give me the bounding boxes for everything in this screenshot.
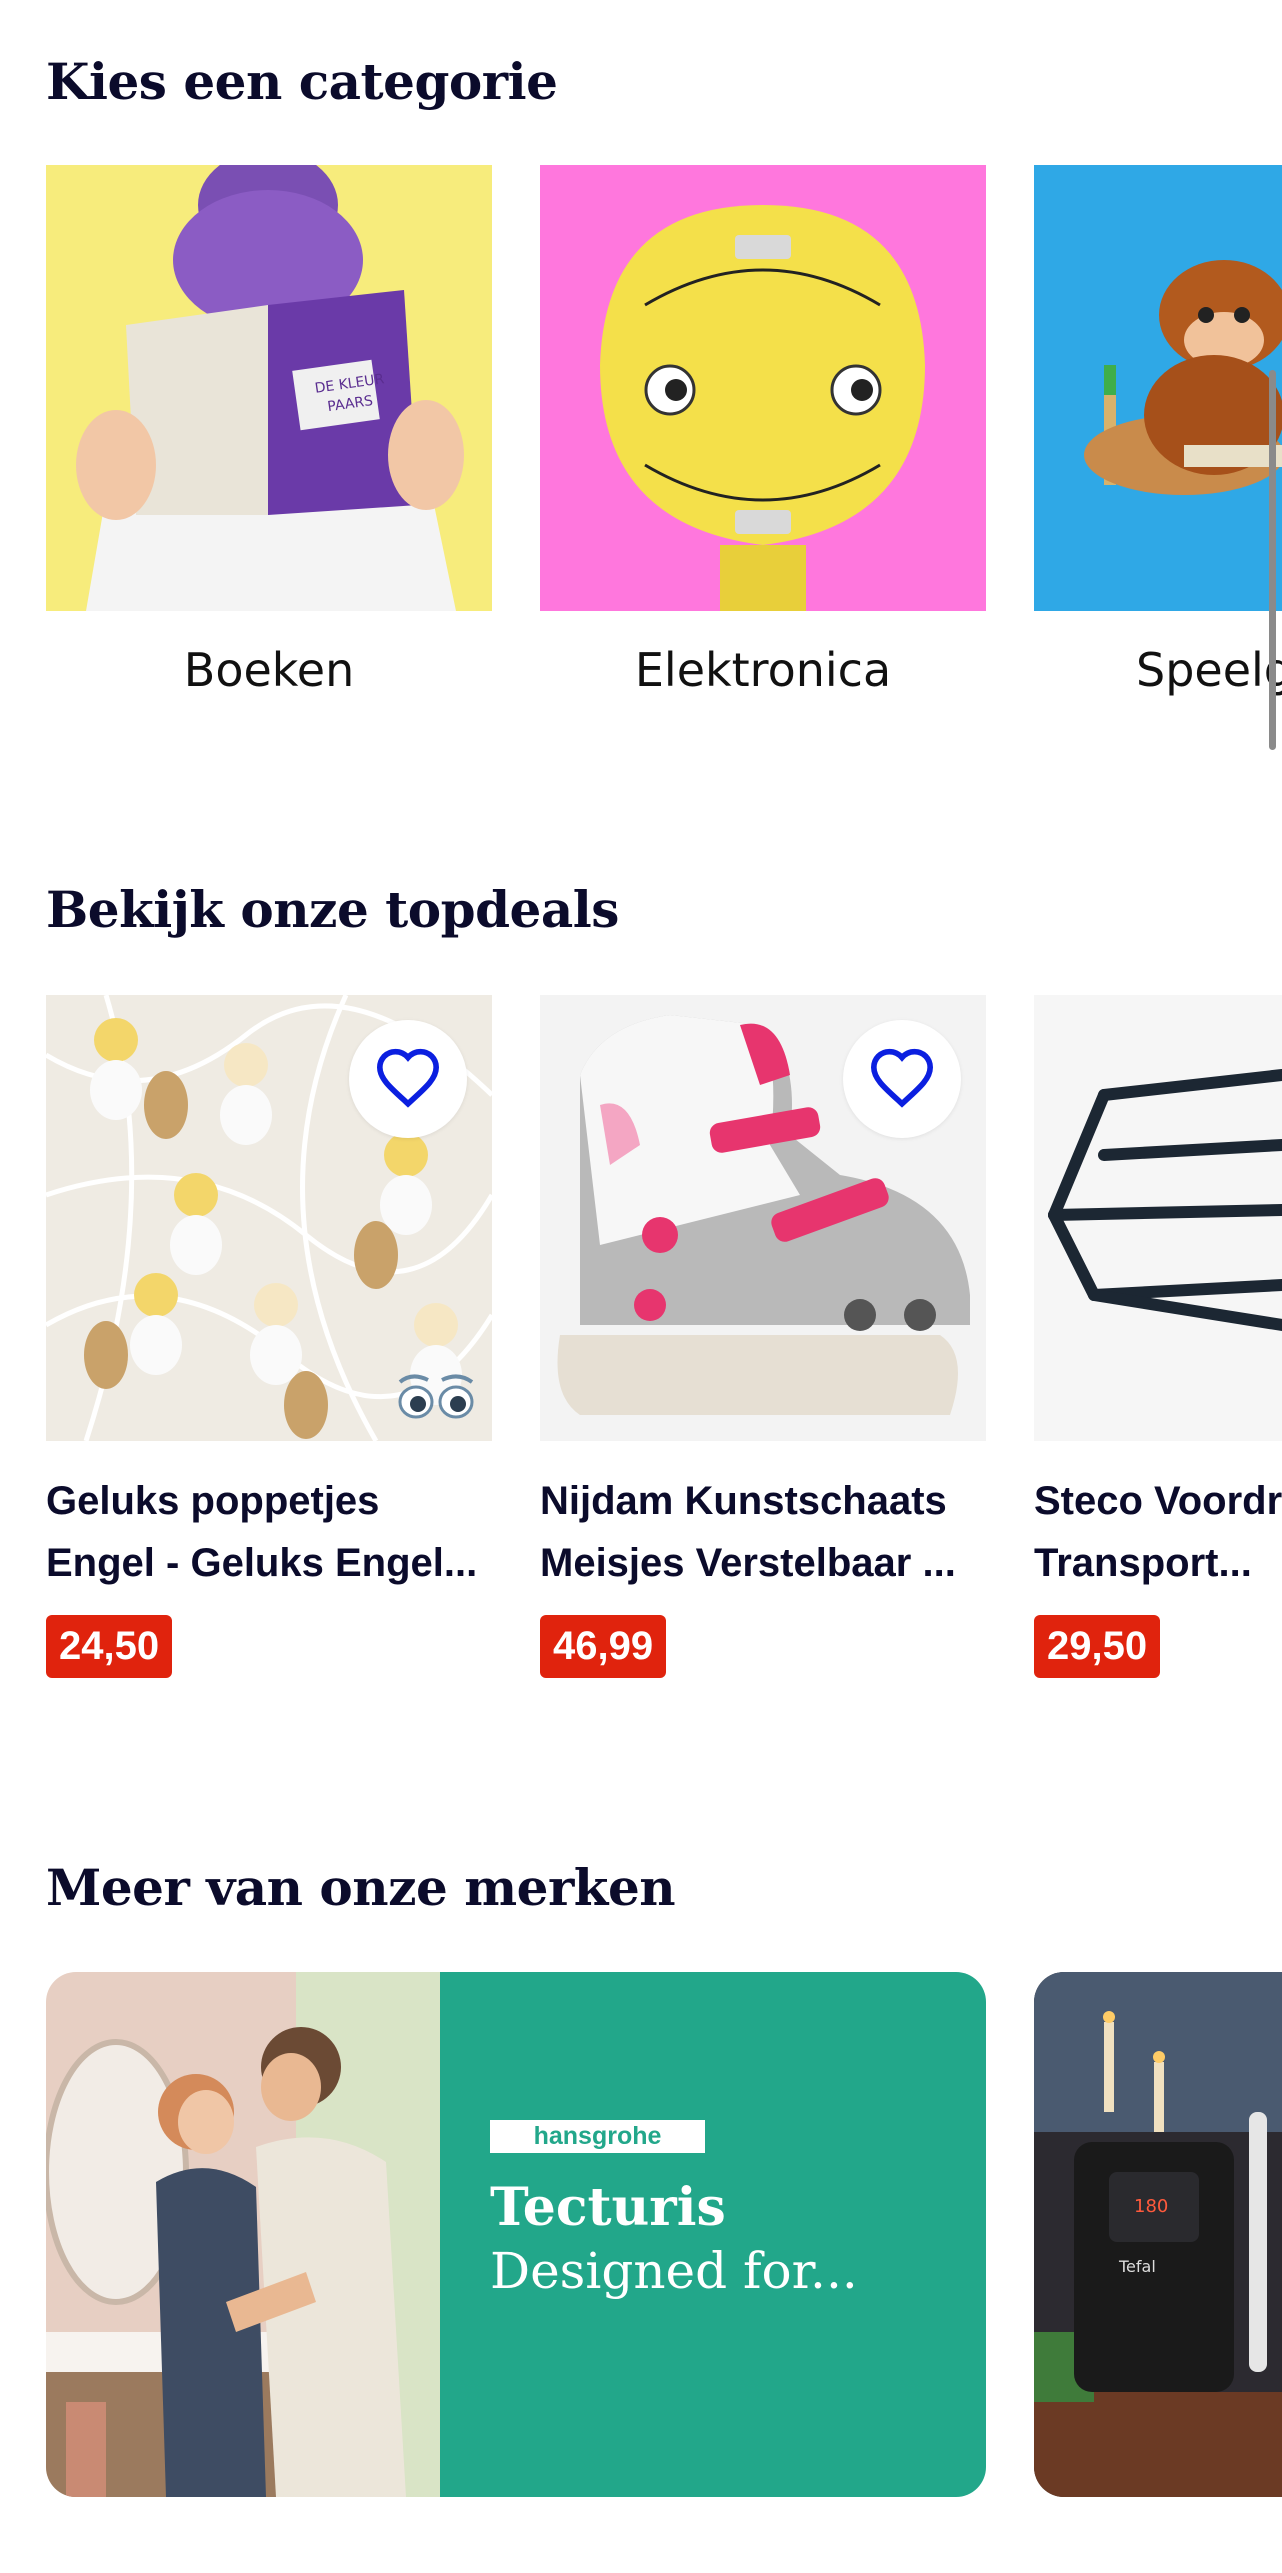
- brand-photo-hansgrohe: [46, 1972, 440, 2497]
- brand-card-hansgrohe[interactable]: hansgrohe Tecturis Designed for...: [46, 1972, 986, 2497]
- deal-title-1-line1: Geluks poppetjes: [46, 1479, 380, 1523]
- eyes-icon: [392, 1368, 480, 1420]
- favorite-button-2[interactable]: [843, 1020, 961, 1138]
- deal-title-2-line2: Meisjes Verstelbaar ...: [540, 1541, 956, 1585]
- category-label-boeken[interactable]: Boeken: [46, 643, 492, 697]
- brands-title: Meer van onze merken: [46, 1858, 676, 1917]
- category-image-elektronica[interactable]: [540, 165, 986, 611]
- deals-title: Bekijk onze topdeals: [46, 880, 619, 939]
- price-badge-3: 29,50: [1034, 1615, 1161, 1678]
- heart-outline-icon: [373, 1046, 443, 1113]
- category-image-boeken[interactable]: DE KLEUR PAARS: [46, 165, 492, 611]
- tefal-logo: Tefal: [1118, 2257, 1156, 2276]
- brand-product-name: Tecturis: [490, 2177, 726, 2238]
- brand-card-tefal[interactable]: 180 Tefal: [1034, 1972, 1282, 2497]
- heart-outline-icon: [867, 1046, 937, 1113]
- deal-title-3-line2: Transport...: [1034, 1541, 1252, 1585]
- categories-title: Kies een categorie: [46, 52, 558, 111]
- category-image-speelgoed[interactable]: [1034, 165, 1282, 611]
- brand-panel-hansgrohe: hansgrohe Tecturis Designed for...: [440, 1972, 986, 2497]
- category-carousel[interactable]: DE KLEUR PAARS Boeken Elektronica Speel: [0, 165, 1282, 750]
- deal-image-3[interactable]: [1034, 995, 1282, 1441]
- deal-title-2[interactable]: Nijdam Kunstschaats Meisjes Verstelbaar …: [540, 1470, 986, 1594]
- category-label-speelgoed[interactable]: Speelgoed: [1034, 643, 1282, 697]
- deal-title-3[interactable]: Steco Voordrager Transport...: [1034, 1470, 1282, 1594]
- favorite-button-1[interactable]: [349, 1020, 467, 1138]
- deal-title-1[interactable]: Geluks poppetjes Engel - Geluks Engel...: [46, 1470, 492, 1594]
- carousel-scrollbar[interactable]: [1269, 370, 1276, 750]
- page: Kies een categorie DE KLEUR PAARS Boeken…: [0, 0, 1282, 2573]
- svg-text:180: 180: [1134, 2196, 1168, 2217]
- category-label-elektronica[interactable]: Elektronica: [540, 643, 986, 697]
- brand-tagline: Designed for...: [490, 2242, 858, 2300]
- deal-title-3-line1: Steco Voordrager: [1034, 1479, 1282, 1523]
- deal-title-1-line2: Engel - Geluks Engel...: [46, 1541, 478, 1585]
- hansgrohe-logo: hansgrohe: [490, 2120, 705, 2153]
- price-badge-1: 24,50: [46, 1615, 173, 1678]
- deal-title-2-line1: Nijdam Kunstschaats: [540, 1479, 947, 1523]
- price-badge-2: 46,99: [540, 1615, 667, 1678]
- brand-photo-tefal: 180 Tefal: [1034, 1972, 1282, 2497]
